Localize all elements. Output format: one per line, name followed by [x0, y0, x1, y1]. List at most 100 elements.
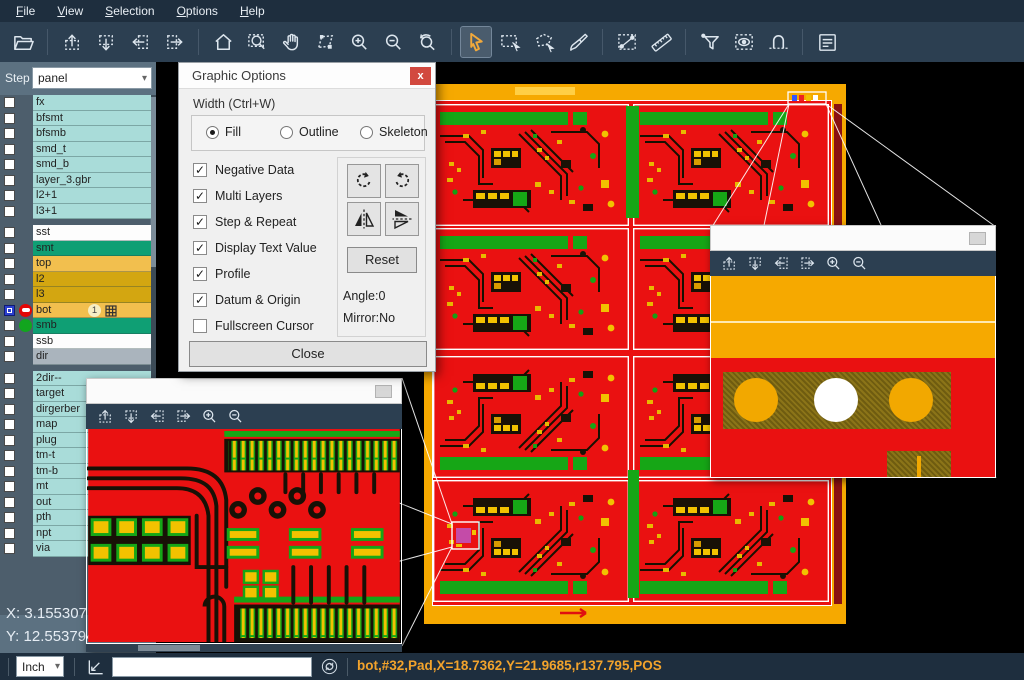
- close-button[interactable]: Close: [189, 341, 427, 367]
- zoom-out-button[interactable]: [847, 253, 871, 275]
- rect-select-button[interactable]: [495, 27, 525, 57]
- radio-circle[interactable]: [206, 126, 219, 139]
- radio-fill[interactable]: Fill: [206, 125, 241, 139]
- layer-name[interactable]: l3: [33, 287, 152, 303]
- layer-name[interactable]: ssb: [33, 334, 152, 350]
- layer-row-smt[interactable]: smt: [0, 241, 152, 257]
- preview-title-bar[interactable]: [86, 378, 402, 404]
- radio-skeleton[interactable]: Skeleton: [360, 125, 428, 139]
- preview-h-scrollbar[interactable]: [86, 644, 402, 652]
- layer-row-smd_t[interactable]: smd_t: [0, 142, 152, 158]
- layer-visibility-checkbox[interactable]: [4, 274, 15, 285]
- zoom-out-button[interactable]: [378, 27, 408, 57]
- checkbox-box[interactable]: ✓: [193, 241, 207, 255]
- layer-name[interactable]: l2: [33, 272, 152, 288]
- layer-visibility-checkbox[interactable]: [4, 373, 15, 384]
- layer-visibility-checkbox[interactable]: [4, 497, 15, 508]
- checkbox-profile[interactable]: ✓Profile: [193, 261, 317, 287]
- ruler-button[interactable]: [646, 27, 676, 57]
- nudge-up-button[interactable]: [717, 253, 741, 275]
- select-cursor-button[interactable]: [461, 27, 491, 57]
- layer-visibility-checkbox[interactable]: [4, 419, 15, 430]
- layer-row-l2[interactable]: l2: [0, 272, 152, 288]
- checkbox-display-text-value[interactable]: ✓Display Text Value: [193, 235, 317, 261]
- layer-row-layer_3.gbr[interactable]: layer_3.gbr: [0, 173, 152, 189]
- layer-visibility-checkbox[interactable]: [4, 206, 15, 217]
- view-region-button[interactable]: [729, 27, 759, 57]
- grid-icon[interactable]: [105, 304, 117, 316]
- layer-visibility-checkbox[interactable]: [4, 466, 15, 477]
- layer-row-bot[interactable]: bot1: [0, 303, 152, 319]
- command-input[interactable]: [112, 657, 312, 677]
- nudge-left-button[interactable]: [145, 406, 169, 428]
- layer-visibility-checkbox[interactable]: [4, 190, 15, 201]
- radio-outline[interactable]: Outline: [280, 125, 339, 139]
- checkbox-negative-data[interactable]: ✓Negative Data: [193, 157, 317, 183]
- measure-distance-button[interactable]: [612, 27, 642, 57]
- menu-view[interactable]: View: [47, 2, 93, 20]
- layer-name[interactable]: top: [33, 256, 152, 272]
- layer-name[interactable]: l3+1: [33, 204, 152, 220]
- scrollbar-thumb[interactable]: [138, 645, 200, 651]
- nudge-down-button[interactable]: [91, 27, 121, 57]
- layer-row-l3+1[interactable]: l3+1: [0, 204, 152, 220]
- polygon-select-button[interactable]: [529, 27, 559, 57]
- reset-button[interactable]: Reset: [347, 247, 417, 273]
- nudge-left-button[interactable]: [125, 27, 155, 57]
- layer-visibility-checkbox[interactable]: [4, 305, 15, 316]
- checkbox-box[interactable]: ✓: [193, 215, 207, 229]
- layer-name[interactable]: dir: [33, 349, 152, 365]
- radio-circle[interactable]: [280, 126, 293, 139]
- layer-row-bfsmb[interactable]: bfsmb: [0, 126, 152, 142]
- layer-name[interactable]: l2+1: [33, 188, 152, 204]
- zoom-previous-button[interactable]: [412, 27, 442, 57]
- layer-visibility-checkbox[interactable]: [4, 128, 15, 139]
- layer-visibility-checkbox[interactable]: [4, 258, 15, 269]
- menu-file[interactable]: File: [6, 2, 45, 20]
- layer-visibility-checkbox[interactable]: [4, 113, 15, 124]
- layer-visibility-checkbox[interactable]: [4, 481, 15, 492]
- layer-visibility-checkbox[interactable]: [4, 227, 15, 238]
- layer-row-top[interactable]: top: [0, 256, 152, 272]
- nudge-right-button[interactable]: [171, 406, 195, 428]
- layer-name[interactable]: fx: [33, 95, 152, 111]
- layer-name[interactable]: bfsmb: [33, 126, 152, 142]
- menu-help[interactable]: Help: [230, 2, 275, 20]
- radio-circle[interactable]: [360, 126, 373, 139]
- layer-name[interactable]: smd_t: [33, 142, 152, 158]
- layer-visibility-checkbox[interactable]: [4, 435, 15, 446]
- layer-row-l2+1[interactable]: l2+1: [0, 188, 152, 204]
- scrollbar-thumb[interactable]: [151, 97, 156, 267]
- layer-visibility-checkbox[interactable]: [4, 97, 15, 108]
- layer-visibility-checkbox[interactable]: [4, 512, 15, 523]
- layer-visibility-checkbox[interactable]: [4, 336, 15, 347]
- layer-visibility-checkbox[interactable]: [4, 450, 15, 461]
- preview-window-button[interactable]: [375, 385, 392, 398]
- layer-name[interactable]: smb: [33, 318, 152, 334]
- nudge-up-button[interactable]: [93, 406, 117, 428]
- nudge-down-button[interactable]: [743, 253, 767, 275]
- layer-visibility-checkbox[interactable]: [4, 320, 15, 331]
- checkbox-box[interactable]: ✓: [193, 189, 207, 203]
- home-view-button[interactable]: [208, 27, 238, 57]
- layer-name[interactable]: layer_3.gbr: [33, 173, 152, 189]
- layer-row-fx[interactable]: fx: [0, 95, 152, 111]
- rotate-cw-button[interactable]: [347, 164, 381, 198]
- zoom-preview-window-right[interactable]: [710, 225, 996, 478]
- layer-name[interactable]: smt: [33, 241, 152, 257]
- checkbox-step-repeat[interactable]: ✓Step & Repeat: [193, 209, 317, 235]
- layer-visibility-checkbox[interactable]: [4, 388, 15, 399]
- checkbox-box[interactable]: [193, 319, 207, 333]
- layer-visibility-checkbox[interactable]: [4, 404, 15, 415]
- unit-select[interactable]: Inch ▾: [16, 656, 64, 677]
- checkbox-box[interactable]: ✓: [193, 267, 207, 281]
- checkbox-multi-layers[interactable]: ✓Multi Layers: [193, 183, 317, 209]
- layer-row-ssb[interactable]: ssb: [0, 334, 152, 350]
- zoom-in-button[interactable]: [344, 27, 374, 57]
- layer-visibility-checkbox[interactable]: [4, 243, 15, 254]
- flip-vertical-button[interactable]: [385, 202, 419, 236]
- layer-visibility-checkbox[interactable]: [4, 351, 15, 362]
- zoom-polygon-button[interactable]: [310, 27, 340, 57]
- filter-button[interactable]: [695, 27, 725, 57]
- nudge-left-button[interactable]: [769, 253, 793, 275]
